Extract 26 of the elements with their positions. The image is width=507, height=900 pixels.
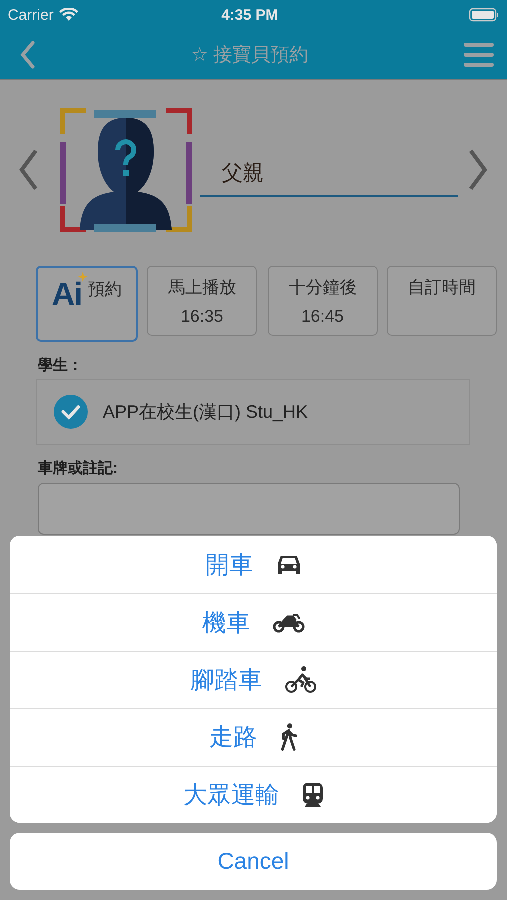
train-icon [302,782,324,808]
checkbox-icon[interactable] [54,395,88,429]
status-time: 4:35 PM [222,6,280,24]
car-icon [276,554,302,576]
sparkle-icon [78,272,88,282]
wifi-icon [58,8,79,22]
cyclist-icon [284,666,316,694]
motorcycle-icon [272,612,304,633]
screen-title: ☆ 接寶貝預約 [191,44,309,68]
previous-icon[interactable] [18,148,40,192]
note-field[interactable] [38,483,460,535]
time-option[interactable]: 十分鐘後 16:45 [268,266,378,336]
student-name: APP在校生(漢口) Stu_HK [103,401,308,424]
note-label: 車牌或註記: [38,459,119,478]
cancel-button[interactable]: Cancel [10,832,497,890]
students-label: 學生： [38,356,84,375]
back-icon[interactable] [20,40,36,68]
name-field[interactable]: 父親 [200,159,458,197]
walking-person-icon [280,723,298,752]
action-option[interactable]: 大眾運輸 [10,766,497,823]
battery-icon [468,8,499,22]
time-option[interactable]: 自訂時間 [387,266,497,336]
carrier-name: Carrier [8,6,54,24]
next-icon[interactable] [467,148,489,192]
time-option[interactable]: 馬上播放 16:35 [147,266,258,336]
menu-icon[interactable] [464,42,494,68]
